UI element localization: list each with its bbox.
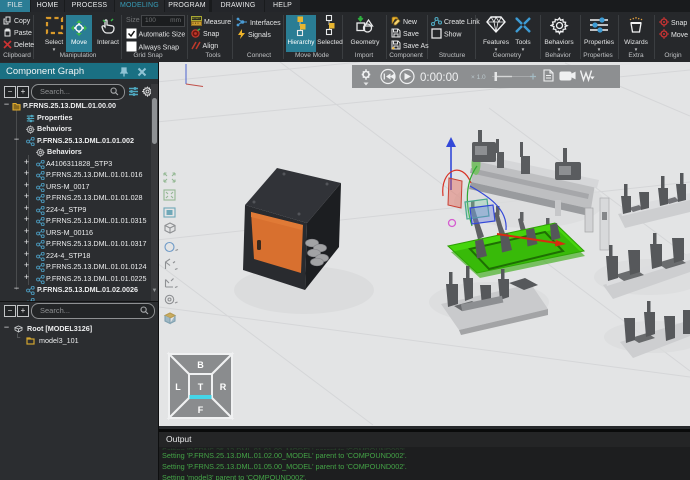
svg-text:T: T <box>198 382 204 392</box>
svg-text:L: L <box>175 382 181 392</box>
svg-text:B: B <box>197 360 204 370</box>
svg-text:0:00:00: 0:00:00 <box>420 72 458 84</box>
svg-text:R: R <box>220 382 227 392</box>
svg-text:F: F <box>198 405 204 415</box>
svg-text:× 1.0: × 1.0 <box>471 74 486 81</box>
